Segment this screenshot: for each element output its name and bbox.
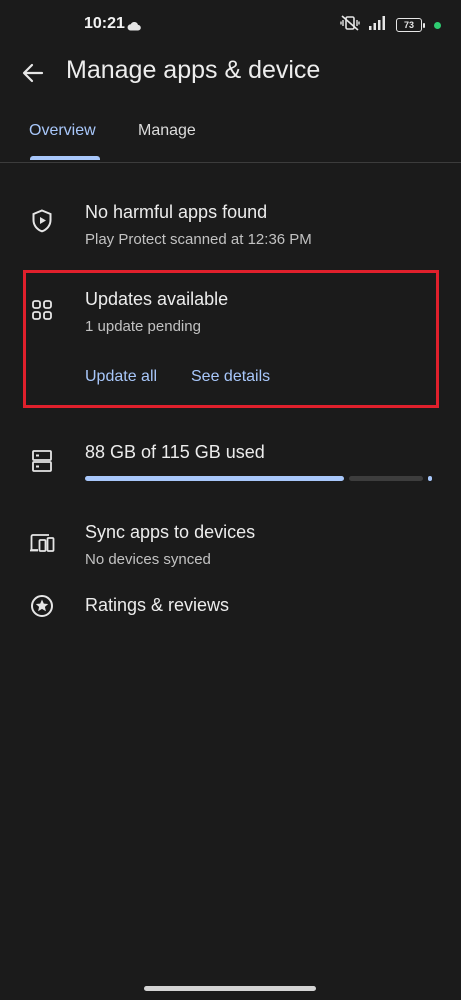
see-details-button[interactable]: See details: [191, 368, 270, 386]
sync-subtitle: No devices synced: [85, 551, 211, 568]
vibrate-off-icon: [340, 14, 360, 36]
ratings-title: Ratings & reviews: [85, 595, 230, 615]
battery-icon: 73: [396, 18, 425, 32]
updates-title: Updates available: [85, 289, 229, 309]
storage-used-fill: [85, 476, 344, 481]
play-protect-shield-icon: [29, 208, 55, 234]
cloud-icon: [127, 18, 141, 36]
status-bar: 10:21 73: [0, 0, 461, 50]
tab-overview[interactable]: Overview: [29, 122, 96, 140]
apps-grid-icon: [29, 297, 55, 323]
storage-progress-bar: [85, 476, 432, 481]
storage-icon: [29, 448, 55, 474]
signal-icon: [368, 15, 388, 35]
privacy-indicator-dot: [434, 21, 441, 29]
back-button[interactable]: [18, 58, 48, 88]
star-circle-icon: [29, 593, 55, 619]
page-title: Manage apps & device: [66, 56, 321, 84]
storage-label: 88 GB of 115 GB used: [85, 442, 265, 462]
update-all-button[interactable]: Update all: [85, 368, 157, 386]
play-protect-title: No harmful apps found: [85, 202, 268, 222]
devices-icon: [29, 530, 55, 556]
storage-free-track: [349, 476, 423, 481]
updates-subtitle: 1 update pending: [85, 318, 201, 335]
tab-selected-indicator: [30, 156, 100, 160]
battery-level: 73: [403, 20, 414, 30]
home-indicator[interactable]: [144, 986, 316, 991]
storage-track-end: [428, 476, 432, 481]
back-arrow-icon: [22, 63, 44, 83]
screen: 10:21 73 Manage apps & device Overview M…: [0, 0, 461, 1000]
tab-bar: Overview Manage: [0, 110, 461, 163]
tab-manage[interactable]: Manage: [138, 122, 196, 140]
play-protect-subtitle: Play Protect scanned at 12:36 PM: [85, 231, 312, 248]
sync-title: Sync apps to devices: [85, 522, 256, 542]
status-time: 10:21: [84, 15, 125, 32]
status-icons: 73: [340, 14, 441, 36]
